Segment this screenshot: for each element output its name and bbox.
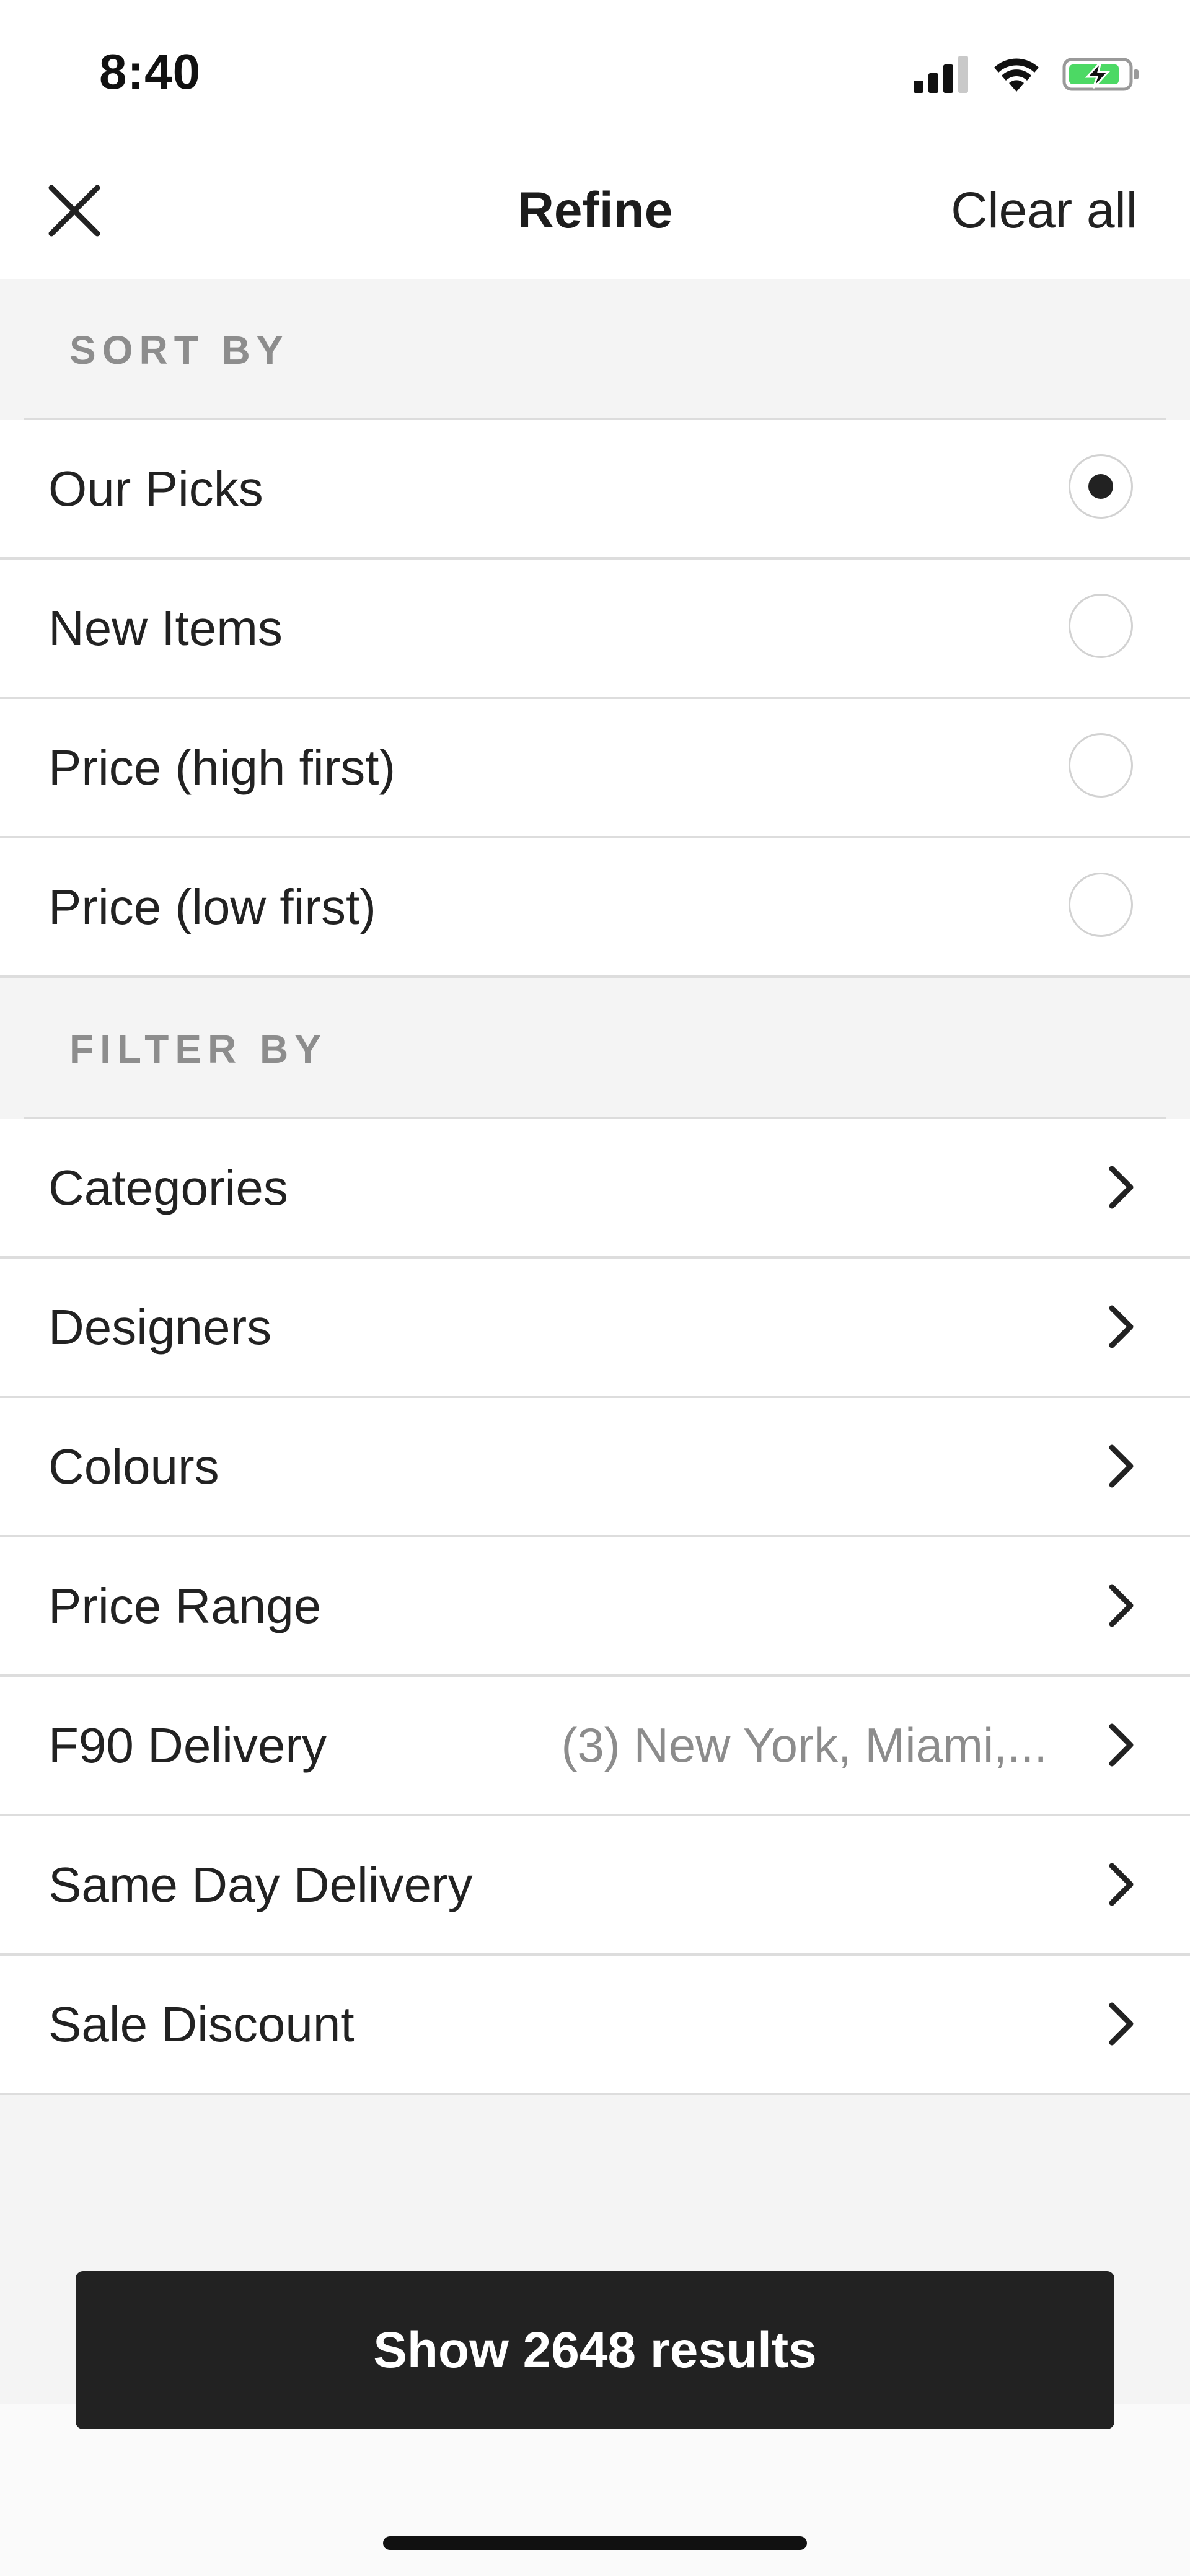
filter-item-same-day-delivery[interactable]: Same Day Delivery (0, 1816, 1190, 1956)
chevron-right-icon (1109, 1305, 1134, 1348)
chevron-right-icon (1109, 2002, 1134, 2046)
show-results-button[interactable]: Show 2648 results (76, 2271, 1114, 2429)
nav-bar: Refine Clear all (0, 143, 1190, 279)
wifi-icon (994, 58, 1039, 92)
filter-item-label: Colours (48, 1439, 219, 1494)
clear-all-button[interactable]: Clear all (951, 174, 1137, 248)
filter-item-label: F90 Delivery (48, 1718, 327, 1773)
chevron-right-icon (1109, 1166, 1134, 1209)
filter-item-value: (3) New York, Miami,... (561, 1718, 1047, 1772)
filter-item-label: Sale Discount (48, 1997, 355, 2052)
status-bar: 8:40 (0, 0, 1190, 143)
filter-item-label: Price Range (48, 1578, 322, 1633)
radio-dot (1088, 474, 1113, 499)
home-indicator[interactable] (383, 2536, 807, 2550)
filter-item-f90-delivery[interactable]: F90 Delivery (3) New York, Miami,... (0, 1677, 1190, 1816)
filter-by-label: FILTER BY (69, 1027, 327, 1071)
battery-charging-icon (1062, 58, 1139, 91)
chevron-right-icon (1109, 1444, 1134, 1488)
filter-items-list: Categories Designers Colours Price Range… (0, 1119, 1190, 2095)
filter-item-label: Categories (48, 1160, 288, 1215)
sort-by-label: SORT BY (69, 328, 289, 372)
bottom-safe-area (0, 2404, 1190, 2576)
status-icons (914, 50, 1140, 99)
filter-item-designers[interactable]: Designers (0, 1259, 1190, 1398)
sort-option-new-items[interactable]: New Items (0, 560, 1190, 699)
radio-selected[interactable] (1069, 454, 1133, 519)
close-button[interactable] (37, 174, 112, 248)
filter-item-label: Same Day Delivery (48, 1857, 473, 1912)
close-icon (48, 185, 100, 237)
filter-item-label: Designers (48, 1299, 272, 1355)
sort-option-price-low-first[interactable]: Price (low first) (0, 838, 1190, 978)
filter-item-sale-discount[interactable]: Sale Discount (0, 1956, 1190, 2095)
radio-unselected[interactable] (1069, 873, 1133, 937)
sort-option-label: Price (high first) (48, 740, 396, 795)
sort-option-label: New Items (48, 600, 283, 656)
status-time: 8:40 (99, 44, 201, 99)
sort-option-label: Price (low first) (48, 879, 376, 934)
sort-option-price-high-first[interactable]: Price (high first) (0, 699, 1190, 838)
sort-by-header: SORT BY (0, 279, 1190, 420)
chevron-right-icon (1109, 1863, 1134, 1906)
radio-unselected[interactable] (1069, 733, 1133, 798)
filter-item-colours[interactable]: Colours (0, 1398, 1190, 1537)
radio-unselected[interactable] (1069, 594, 1133, 658)
sort-options-list: Our Picks New Items Price (high first) P… (0, 420, 1190, 978)
filter-by-header: FILTER BY (0, 978, 1190, 1119)
sort-option-our-picks[interactable]: Our Picks (0, 420, 1190, 560)
cellular-signal-icon (914, 56, 968, 93)
chevron-right-icon (1109, 1584, 1134, 1627)
chevron-right-icon (1109, 1723, 1134, 1767)
sort-option-label: Our Picks (48, 461, 263, 516)
filter-item-price-range[interactable]: Price Range (0, 1537, 1190, 1677)
filter-item-categories[interactable]: Categories (0, 1119, 1190, 1259)
